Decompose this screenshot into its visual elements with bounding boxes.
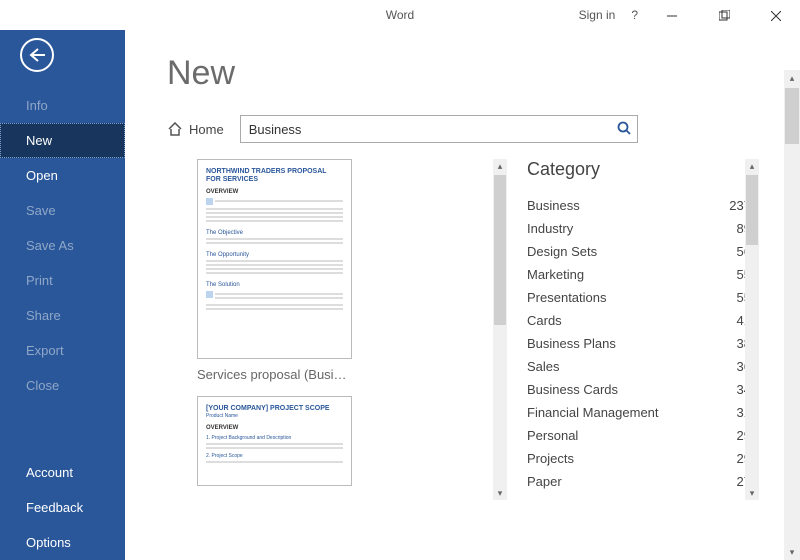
category-row[interactable]: Marketing55 (527, 263, 755, 286)
category-row[interactable]: Personal29 (527, 424, 755, 447)
sidebar-item-print[interactable]: Print (0, 263, 125, 298)
category-row[interactable]: Business Cards34 (527, 378, 755, 401)
arrow-left-icon (29, 48, 45, 62)
category-scrollbar[interactable]: ▴ ▾ (745, 159, 759, 500)
minimize-button[interactable] (654, 0, 690, 30)
sidebar-item-save[interactable]: Save (0, 193, 125, 228)
sidebar-item-options[interactable]: Options (0, 525, 125, 560)
content-area: New Home NORTHWIND TRADERS PROPOSAL FOR … (125, 30, 800, 560)
sidebar-item-export[interactable]: Export (0, 333, 125, 368)
category-row[interactable]: Paper27 (527, 470, 755, 493)
sidebar-item-close[interactable]: Close (0, 368, 125, 403)
template-results: NORTHWIND TRADERS PROPOSAL FOR SERVICES … (167, 159, 507, 500)
scroll-down-icon[interactable]: ▾ (493, 486, 507, 500)
template-label: Services proposal (Busi… (197, 367, 352, 382)
page-title: New (167, 54, 782, 93)
scroll-thumb[interactable] (746, 175, 758, 245)
scroll-thumb[interactable] (494, 175, 506, 325)
templates-scrollbar[interactable]: ▴ ▾ (493, 159, 507, 500)
back-button[interactable] (20, 38, 54, 72)
minimize-icon (667, 11, 677, 21)
close-icon (771, 11, 781, 21)
search-icon[interactable] (617, 121, 631, 138)
sidebar-item-open[interactable]: Open (0, 158, 125, 193)
content-scrollbar[interactable]: ▴ ▾ (784, 70, 800, 560)
home-link[interactable]: Home (167, 122, 224, 137)
template-item[interactable]: [YOUR COMPANY] PROJECT SCOPE Product Nam… (197, 396, 352, 486)
maximize-icon (719, 10, 730, 21)
scroll-up-icon[interactable]: ▴ (493, 159, 507, 173)
sidebar-item-share[interactable]: Share (0, 298, 125, 333)
close-button[interactable] (758, 0, 794, 30)
category-heading: Category (527, 159, 755, 180)
search-box[interactable] (240, 115, 638, 143)
category-list: Business237 Industry89 Design Sets56 Mar… (527, 194, 755, 493)
search-input[interactable] (249, 122, 617, 137)
category-row[interactable]: Projects29 (527, 447, 755, 470)
backstage-sidebar: Info New Open Save Save As Print Share E… (0, 30, 125, 560)
help-button[interactable]: ? (631, 8, 638, 22)
sign-in-link[interactable]: Sign in (579, 8, 616, 22)
template-thumbnail: [YOUR COMPANY] PROJECT SCOPE Product Nam… (197, 396, 352, 486)
template-item[interactable]: NORTHWIND TRADERS PROPOSAL FOR SERVICES … (197, 159, 352, 382)
sidebar-item-feedback[interactable]: Feedback (0, 490, 125, 525)
template-thumbnail: NORTHWIND TRADERS PROPOSAL FOR SERVICES … (197, 159, 352, 359)
maximize-button[interactable] (706, 0, 742, 30)
scroll-up-icon[interactable]: ▴ (745, 159, 759, 173)
sidebar-item-new[interactable]: New (0, 123, 125, 158)
title-bar: Word Sign in ? (0, 0, 800, 30)
category-row[interactable]: Presentations55 (527, 286, 755, 309)
scroll-down-icon[interactable]: ▾ (745, 486, 759, 500)
scroll-thumb[interactable] (785, 88, 799, 144)
sidebar-item-info[interactable]: Info (0, 88, 125, 123)
category-row[interactable]: Financial Management31 (527, 401, 755, 424)
app-title: Word (386, 8, 414, 22)
category-row[interactable]: Sales36 (527, 355, 755, 378)
scroll-down-icon[interactable]: ▾ (784, 544, 800, 560)
scroll-up-icon[interactable]: ▴ (784, 70, 800, 86)
category-row[interactable]: Industry89 (527, 217, 755, 240)
category-row[interactable]: Business237 (527, 194, 755, 217)
home-icon (167, 122, 183, 136)
home-label: Home (189, 122, 224, 137)
category-row[interactable]: Cards41 (527, 309, 755, 332)
category-panel: Category Business237 Industry89 Design S… (527, 159, 755, 500)
sidebar-item-account[interactable]: Account (0, 455, 125, 490)
category-row[interactable]: Design Sets56 (527, 240, 755, 263)
category-row[interactable]: Business Plans38 (527, 332, 755, 355)
sidebar-item-saveas[interactable]: Save As (0, 228, 125, 263)
